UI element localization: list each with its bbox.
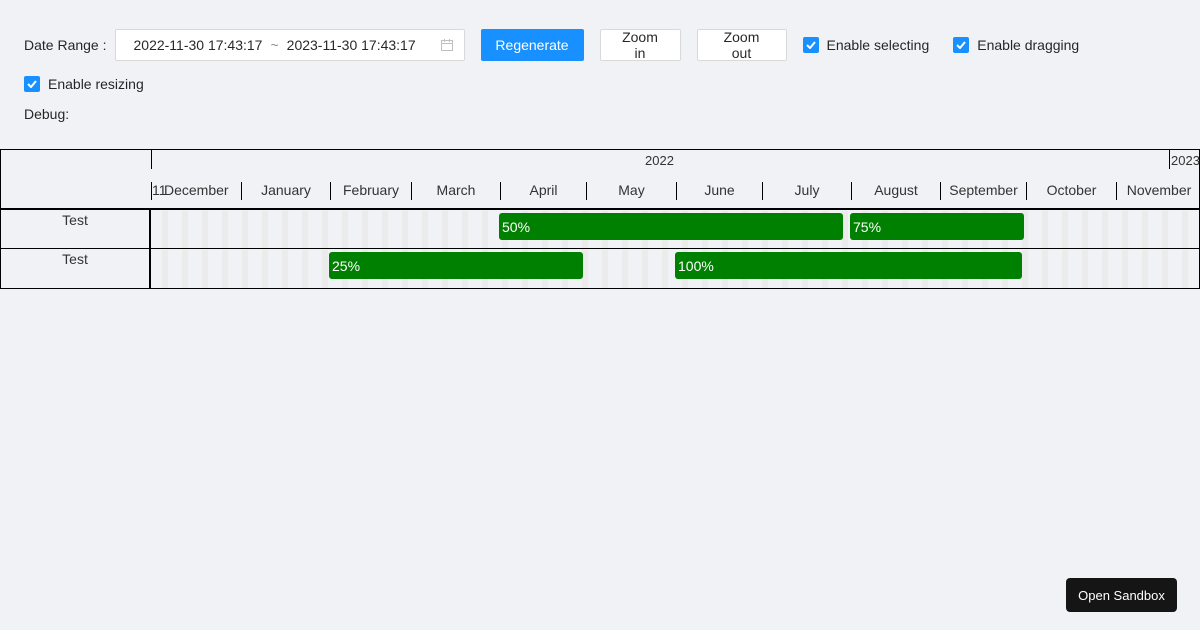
range-start-input[interactable]: 2022-11-30 17:43:17	[134, 37, 263, 53]
row-label: Test	[62, 251, 88, 267]
open-sandbox-button[interactable]: Open Sandbox	[1066, 578, 1177, 612]
month-label: October	[1046, 182, 1097, 198]
task-bar[interactable]: 25%	[329, 252, 583, 279]
date-range-picker[interactable]: 2022-11-30 17:43:17 ~ 2023-11-30 17:43:1…	[114, 29, 465, 61]
enable-resizing-label: Enable resizing	[48, 76, 144, 92]
checkbox-checked-icon[interactable]	[24, 76, 40, 92]
zoom-out-button[interactable]: Zoom out	[696, 29, 787, 61]
month-label: December	[164, 182, 229, 198]
month-label: March	[436, 182, 476, 198]
row-label: Test	[62, 212, 88, 228]
range-end-input[interactable]: 2023-11-30 17:43:17	[287, 37, 416, 53]
month-label: August	[874, 182, 918, 198]
toolbar: Date Range : 2022-11-30 17:43:17 ~ 2023-…	[24, 29, 1079, 61]
zoom-in-button[interactable]: Zoom in	[599, 29, 681, 61]
month-label: June	[704, 182, 735, 198]
year-label: 2023	[1171, 153, 1200, 168]
calendar-icon[interactable]	[440, 38, 454, 52]
row-divider	[0, 248, 1200, 249]
month-label: 11	[152, 182, 167, 198]
month-label: April	[529, 182, 558, 198]
enable-selecting-label: Enable selecting	[826, 37, 930, 53]
toolbar-row-2: Enable resizing	[24, 68, 144, 100]
task-bar[interactable]: 50%	[499, 213, 843, 240]
header-divider	[0, 208, 1200, 210]
year-label: 2022	[645, 153, 674, 168]
task-bar-label: 25%	[332, 257, 361, 274]
debug-label: Debug:	[24, 106, 70, 122]
task-bar[interactable]: 75%	[850, 213, 1024, 240]
date-range-label: Date Range :	[24, 37, 107, 53]
checkbox-checked-icon[interactable]	[802, 37, 819, 53]
enable-dragging-label: Enable dragging	[977, 37, 1080, 53]
year-tick	[151, 149, 152, 169]
month-label: July	[794, 182, 820, 198]
gantt-chart: 2022 2023 11 December January February M…	[0, 149, 1200, 289]
enable-resizing-checkbox[interactable]: Enable resizing	[24, 76, 144, 92]
month-label: September	[949, 182, 1018, 198]
enable-dragging-checkbox[interactable]: Enable dragging	[953, 37, 1079, 53]
year-tick	[1169, 149, 1170, 169]
month-label: February	[342, 182, 400, 198]
month-label: May	[618, 182, 645, 198]
task-bar-label: 75%	[853, 218, 882, 235]
task-bar-label: 100%	[678, 257, 714, 274]
task-bar[interactable]: 100%	[675, 252, 1022, 279]
range-separator: ~	[270, 37, 279, 53]
checkbox-checked-icon[interactable]	[953, 37, 970, 53]
month-label: November	[1126, 182, 1192, 198]
task-bar-label: 50%	[502, 218, 531, 235]
enable-selecting-checkbox[interactable]: Enable selecting	[802, 37, 930, 53]
month-label: January	[261, 182, 311, 198]
regenerate-button[interactable]: Regenerate	[480, 29, 584, 61]
